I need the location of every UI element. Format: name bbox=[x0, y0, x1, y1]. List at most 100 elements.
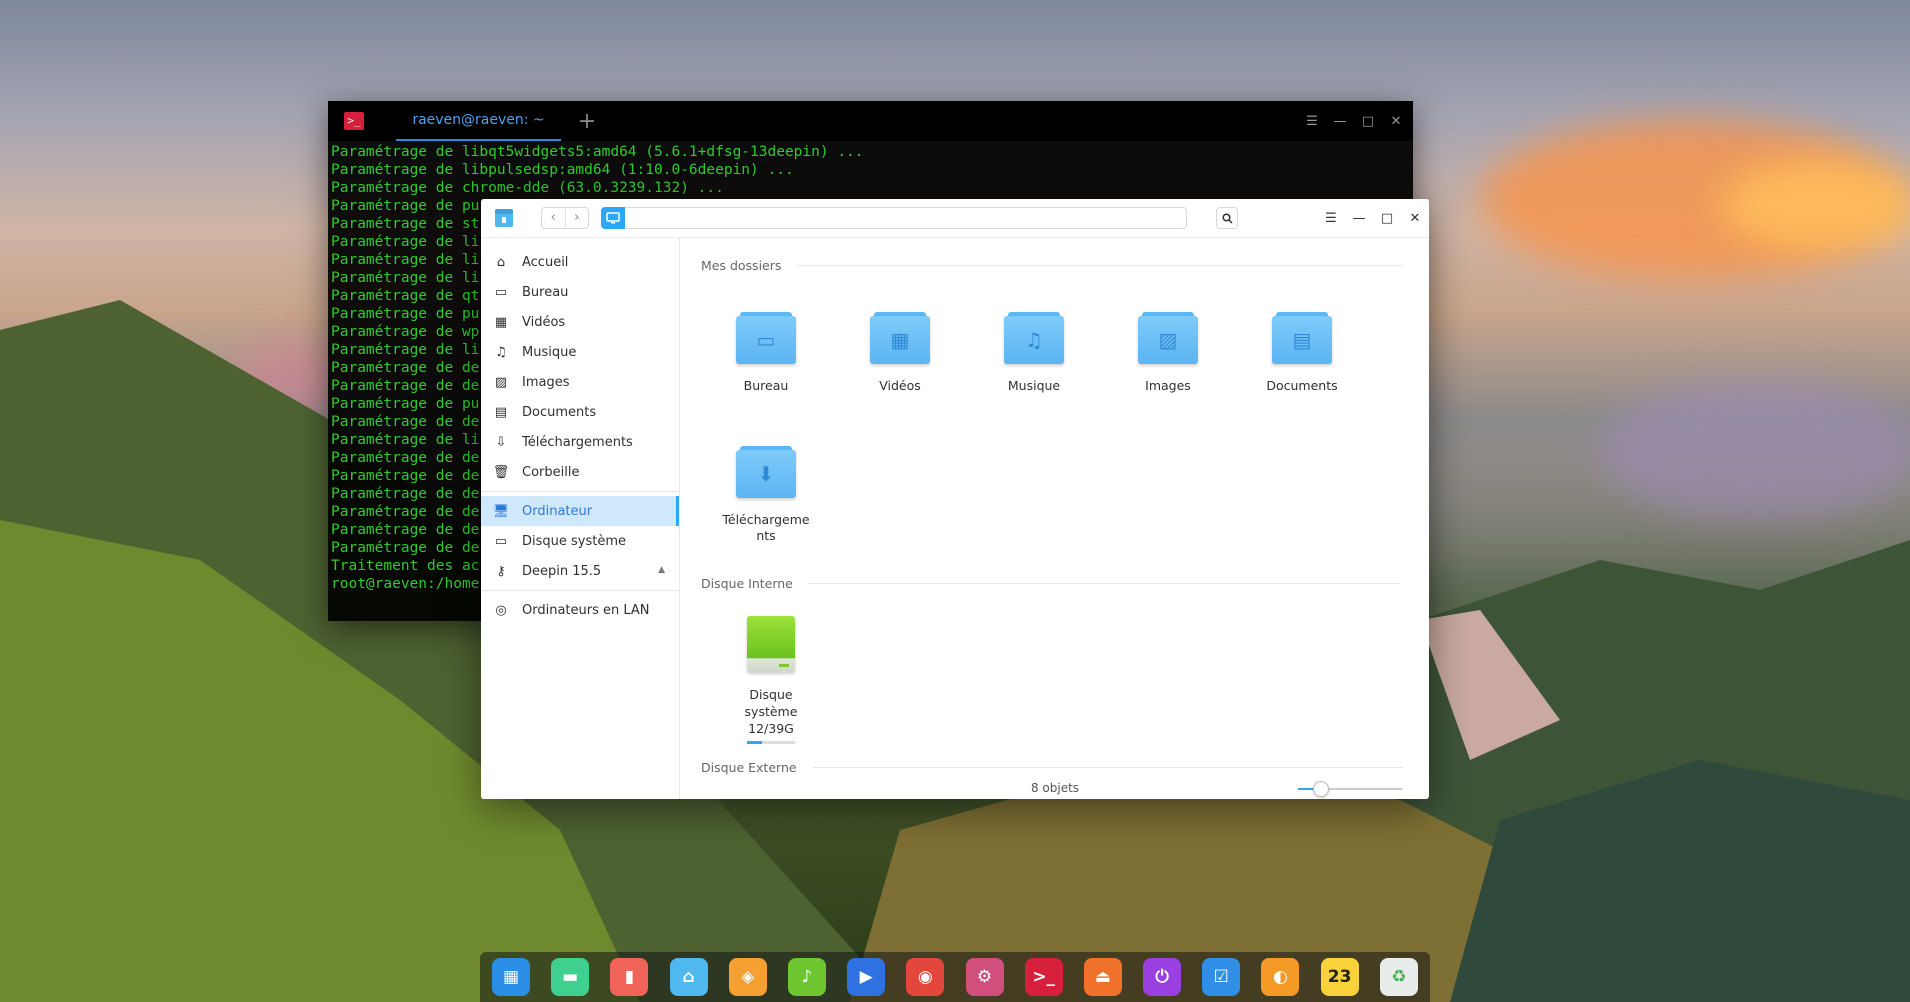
sidebar-item-label: Images bbox=[522, 374, 570, 390]
folder-icon: ▦ bbox=[870, 310, 930, 366]
document-icon: ▤ bbox=[1272, 316, 1332, 364]
hard-drive-icon bbox=[747, 616, 795, 672]
sidebar-item-label: Musique bbox=[522, 344, 577, 360]
maximize-icon[interactable]: □ bbox=[1361, 114, 1375, 129]
chrome-icon[interactable]: ◉ bbox=[906, 958, 945, 996]
multitasking-icon[interactable]: ▬ bbox=[551, 958, 590, 996]
forward-button[interactable]: › bbox=[566, 208, 589, 228]
dock: ▦ ▬ ▮ ⌂ ◈ ♪ ▶ ◉ ⚙ >_ ⏏ ⏻ ☑ ◐ 23 ♻ bbox=[480, 952, 1430, 1002]
search-button[interactable] bbox=[1216, 207, 1238, 229]
section-header-internal-disk: Disque Interne bbox=[701, 576, 1399, 591]
sidebar-item-label: Bureau bbox=[522, 284, 569, 300]
folder-videos[interactable]: ▦ Vidéos bbox=[845, 310, 955, 394]
sidebar-item-musique[interactable]: ♫ Musique bbox=[481, 337, 679, 367]
image-icon: ▨ bbox=[494, 374, 508, 390]
section-divider bbox=[797, 265, 1404, 266]
image-icon: ▨ bbox=[1138, 316, 1198, 364]
file-manager-app-icon bbox=[495, 209, 513, 227]
close-icon[interactable]: ✕ bbox=[1407, 211, 1423, 226]
app-store-icon[interactable]: ◈ bbox=[728, 958, 767, 996]
sidebar-item-images[interactable]: ▨ Images bbox=[481, 367, 679, 397]
film-icon: ▦ bbox=[870, 316, 930, 364]
disk-usage-fill bbox=[747, 741, 762, 744]
status-bar: 8 objets bbox=[681, 777, 1429, 799]
eject-icon[interactable]: ▲ bbox=[658, 565, 665, 575]
sidebar-item-label: Ordinateur bbox=[522, 503, 593, 519]
installer-icon[interactable]: ⏏ bbox=[1083, 958, 1122, 996]
navigation-buttons: ‹ › bbox=[541, 207, 589, 229]
sidebar-item-corbeille[interactable]: 🗑 Corbeille bbox=[481, 457, 679, 487]
folder-musique[interactable]: ♫ Musique bbox=[979, 310, 1089, 394]
section-title: Disque Interne bbox=[701, 576, 793, 591]
terminal-icon[interactable]: >_ bbox=[1024, 958, 1063, 996]
disk-label-line: Disque bbox=[749, 687, 793, 702]
sidebar-item-documents[interactable]: ▤ Documents bbox=[481, 397, 679, 427]
breadcrumb-computer-button[interactable] bbox=[601, 207, 625, 229]
screen-recorder-icon[interactable]: ▮ bbox=[610, 958, 649, 996]
disk-label-line: système bbox=[744, 704, 798, 719]
minimize-icon[interactable]: — bbox=[1351, 211, 1367, 226]
computer-icon bbox=[606, 212, 620, 224]
menu-icon[interactable]: ☰ bbox=[1323, 211, 1339, 226]
power-icon[interactable]: ⏻ bbox=[1143, 958, 1182, 996]
zoom-slider-handle[interactable] bbox=[1312, 781, 1329, 797]
terminal-tab[interactable]: raeven@raeven: ~ bbox=[396, 101, 561, 141]
sidebar-item-disque-systeme[interactable]: ▭ Disque système bbox=[481, 526, 679, 556]
drive-icon: ▭ bbox=[494, 533, 508, 549]
launcher-icon[interactable]: ▦ bbox=[492, 958, 530, 996]
clock-icon[interactable]: 23 bbox=[1320, 958, 1359, 996]
sidebar-divider bbox=[481, 590, 679, 591]
sidebar-item-lan[interactable]: ◎ Ordinateurs en LAN bbox=[481, 595, 679, 625]
close-icon[interactable]: ✕ bbox=[1389, 114, 1403, 129]
sidebar-item-deepin[interactable]: ⚷ Deepin 15.5 ▲ bbox=[481, 556, 679, 586]
file-manager-window[interactable]: ‹ › ☰ — □ ✕ ⌂ Accueil ▭ Bureau ▦ Vidéos ♫ bbox=[481, 199, 1429, 799]
maximize-icon[interactable]: □ bbox=[1379, 211, 1395, 226]
folder-label-line: Téléchargeme bbox=[722, 512, 810, 527]
folder-label: Bureau bbox=[743, 378, 789, 393]
new-tab-button[interactable]: + bbox=[575, 109, 599, 134]
sidebar-item-videos[interactable]: ▦ Vidéos bbox=[481, 307, 679, 337]
terminal-line: Paramétrage de libqt5widgets5:amd64 (5.6… bbox=[331, 144, 864, 160]
sidebar-item-label: Deepin 15.5 bbox=[522, 563, 602, 579]
sidebar-item-bureau[interactable]: ▭ Bureau bbox=[481, 277, 679, 307]
desktop-icon: ▭ bbox=[494, 284, 508, 300]
video-player-icon[interactable]: ▶ bbox=[847, 958, 886, 996]
folder-bureau[interactable]: ▭ Bureau bbox=[711, 310, 821, 394]
settings-icon[interactable]: ⚙ bbox=[965, 958, 1004, 996]
disk-usage-bar bbox=[747, 741, 795, 744]
system-monitor-icon[interactable]: ☑ bbox=[1202, 958, 1241, 996]
sidebar-item-label: Corbeille bbox=[522, 464, 580, 480]
minimize-icon[interactable]: — bbox=[1333, 114, 1347, 129]
folder-icon: ▨ bbox=[1138, 310, 1198, 366]
address-bar[interactable] bbox=[625, 207, 1187, 229]
folder-icon: ⬇ bbox=[736, 444, 796, 500]
terminal-titlebar: >_ raeven@raeven: ~ + ☰ — □ ✕ bbox=[328, 101, 1413, 141]
disk-label: Disque système bbox=[723, 686, 819, 720]
sidebar-divider bbox=[481, 491, 679, 492]
sidebar-item-accueil[interactable]: ⌂ Accueil bbox=[481, 247, 679, 277]
folder-telechargements[interactable]: ⬇ Téléchargeme nts bbox=[711, 444, 821, 544]
disk-usage-text: 12/39G bbox=[748, 721, 794, 736]
search-icon bbox=[1221, 212, 1233, 224]
download-icon: ⇩ bbox=[495, 434, 507, 450]
sidebar-item-ordinateur[interactable]: 🖥 Ordinateur bbox=[481, 496, 679, 526]
folder-images[interactable]: ▨ Images bbox=[1113, 310, 1223, 394]
file-manager-icon[interactable]: ⌂ bbox=[669, 958, 708, 996]
sidebar-item-label: Accueil bbox=[522, 254, 569, 270]
trash-icon[interactable]: ♻ bbox=[1379, 958, 1418, 996]
music-note-icon: ♫ bbox=[1004, 316, 1064, 364]
terminal-logo-icon: >_ bbox=[344, 112, 364, 130]
disk-systeme[interactable]: Disque système 12/39G bbox=[723, 616, 819, 744]
back-button[interactable]: ‹ bbox=[542, 208, 566, 228]
folder-icon: ▤ bbox=[1272, 310, 1332, 366]
main-content: Mes dossiers ▭ Bureau ▦ Vidéos ♫ Musique… bbox=[681, 238, 1429, 799]
computer-icon: 🖥 bbox=[492, 503, 510, 519]
zoom-slider[interactable] bbox=[1298, 781, 1402, 797]
film-icon: ▦ bbox=[494, 314, 508, 330]
folder-documents[interactable]: ▤ Documents bbox=[1247, 310, 1357, 394]
folder-label: Documents bbox=[1266, 378, 1338, 393]
browser-icon[interactable]: ◐ bbox=[1261, 958, 1300, 996]
menu-icon[interactable]: ☰ bbox=[1305, 114, 1319, 129]
sidebar-item-telechargements[interactable]: ⇩ Téléchargements bbox=[481, 427, 679, 457]
music-player-icon[interactable]: ♪ bbox=[787, 958, 826, 996]
